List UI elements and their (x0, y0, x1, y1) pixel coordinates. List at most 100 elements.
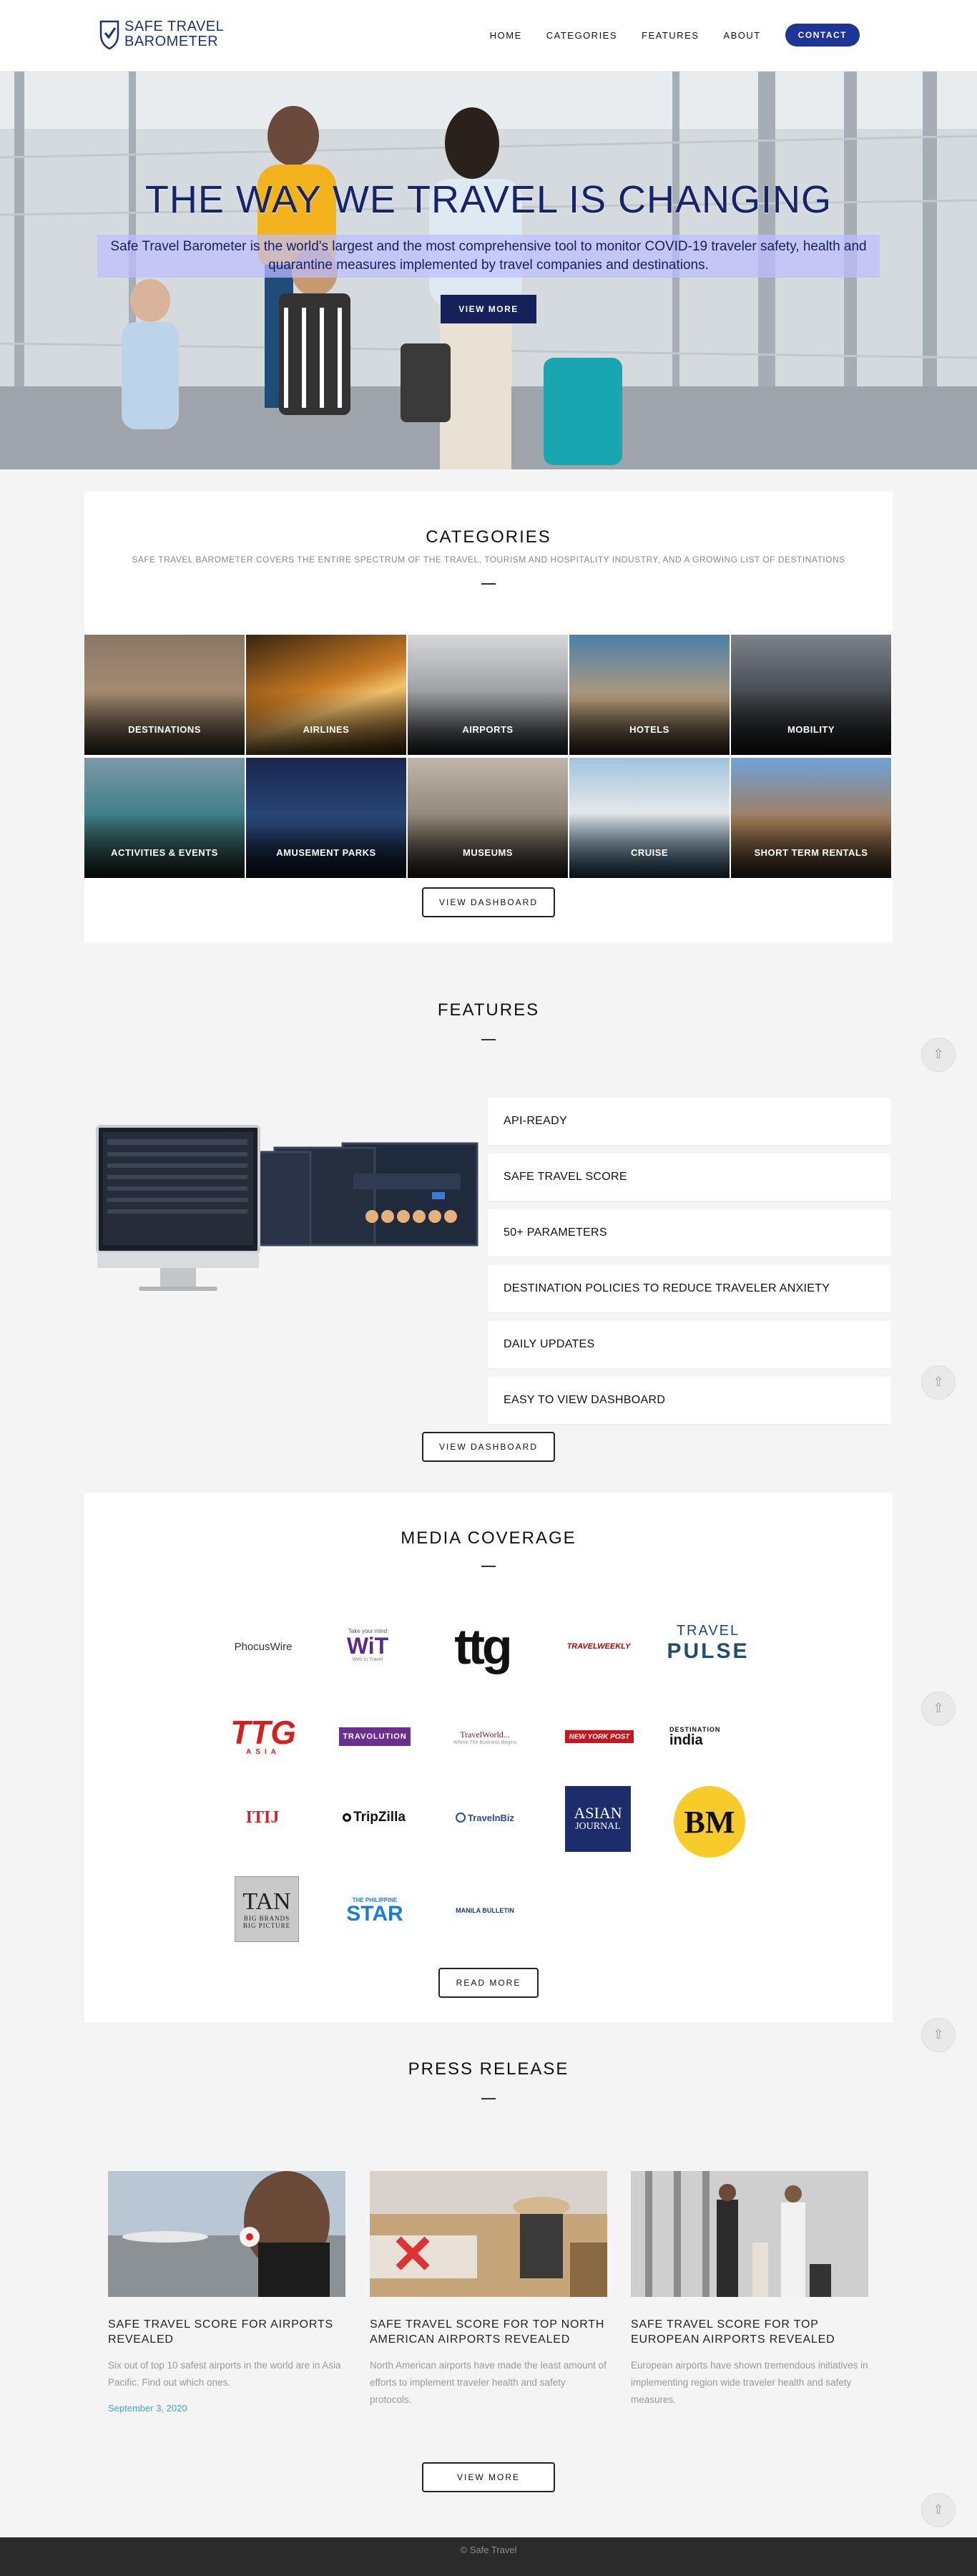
tile-shade (731, 691, 891, 755)
shield-logo-icon (99, 20, 119, 50)
categories-view-dashboard-button[interactable]: VIEW DASHBOARD (422, 887, 555, 917)
logo-text: TravelWorld... (460, 1729, 510, 1740)
scroll-to-top-button[interactable]: ⇧ (921, 1365, 956, 1400)
new-york-post-logo: NEW YORK POST (565, 1730, 634, 1743)
hero-view-more-button[interactable]: VIEW MORE (441, 295, 536, 323)
travelworld-logo: TravelWorld... Where The Business Begins (449, 1723, 521, 1752)
feature-item: SAFE TRAVEL SCORE (488, 1153, 891, 1201)
categories-section: CATEGORIES SAFE TRAVEL BAROMETER COVERS … (84, 492, 893, 942)
logo-text: ASIA (246, 1747, 280, 1756)
nav-home[interactable]: HOME (490, 30, 522, 41)
category-tile-activities-events[interactable]: ACTIVITIES & EVENTS (84, 758, 245, 878)
category-tile-destinations[interactable]: DESTINATIONS (84, 635, 245, 755)
category-tile-cruise[interactable]: CRUISE (569, 758, 730, 878)
logo-text: Where The Business Begins (453, 1740, 517, 1745)
categories-subtitle: SAFE TRAVEL BAROMETER COVERS THE ENTIRE … (132, 555, 845, 565)
scroll-to-top-button[interactable]: ⇧ (921, 2493, 956, 2527)
feature-item: DAILY UPDATES (488, 1321, 891, 1368)
logo-text: PhocusWire (234, 1640, 293, 1653)
press-item-title[interactable]: SAFE TRAVEL SCORE FOR AIRPORTS REVEALED (108, 2317, 345, 2347)
press-card[interactable]: SAFE TRAVEL SCORE FOR TOP EUROPEAN AIRPO… (631, 2171, 868, 2409)
press-card[interactable]: SAFE TRAVEL SCORE FOR AIRPORTS REVEALED … (108, 2171, 345, 2414)
itij-logo: ITIJ (230, 1803, 295, 1832)
nav-about[interactable]: ABOUT (723, 30, 760, 41)
site-logo[interactable]: SAFE TRAVEL BAROMETER (99, 19, 224, 50)
logo-text: TRAVELWEEKLY (566, 1642, 631, 1651)
scroll-to-top-button[interactable]: ⇧ (921, 2018, 956, 2052)
press-item-date[interactable]: September 3, 2020 (108, 2403, 345, 2414)
category-label: HOTELS (629, 724, 669, 735)
asian-journal-logo: ASIAN JOURNAL (565, 1786, 631, 1852)
feature-item: 50+ PARAMETERS (488, 1209, 891, 1257)
category-label: ACTIVITIES & EVENTS (111, 847, 218, 858)
tile-shade (731, 814, 891, 878)
nav-categories[interactable]: CATEGORIES (546, 30, 617, 41)
hero-subtitle: Safe Travel Barometer is the world's lar… (97, 235, 880, 278)
logo-text: TripZilla (353, 1810, 406, 1825)
arrow-up-icon: ⇧ (933, 1375, 944, 1389)
logo-text: MANILA BULLETIN (456, 1907, 514, 1914)
hero-title: THE WAY WE TRAVEL IS CHANGING (144, 178, 833, 221)
category-tile-short-term-rentals[interactable]: SHORT TERM RENTALS (731, 758, 891, 878)
scroll-to-top-button[interactable]: ⇧ (921, 1038, 956, 1072)
scroll-to-top-button[interactable]: ⇧ (921, 1692, 956, 1726)
arrow-up-icon: ⇧ (933, 2027, 944, 2041)
category-label: AMUSEMENT PARKS (276, 847, 376, 858)
arrow-up-icon: ⇧ (933, 1047, 944, 1061)
press-divider (481, 2098, 496, 2099)
tile-shade (84, 691, 245, 755)
nav-features[interactable]: FEATURES (642, 30, 699, 41)
features-title: FEATURES (437, 1000, 540, 1020)
category-label: SHORT TERM RENTALS (754, 847, 868, 858)
press-item-title[interactable]: SAFE TRAVEL SCORE FOR TOP EUROPEAN AIRPO… (631, 2317, 868, 2347)
category-label: AIRLINES (303, 724, 350, 735)
travelweekly-logo: TRAVELWEEKLY (559, 1632, 638, 1661)
press-card[interactable]: SAFE TRAVEL SCORE FOR TOP NORTH AMERICAN… (370, 2171, 607, 2409)
logo-text: TravelnBiz (467, 1812, 515, 1823)
logo-text: JOURNAL (575, 1821, 621, 1832)
logo-text: Web in Travel (352, 1657, 383, 1662)
tripzilla-logo: TripZilla (335, 1803, 413, 1832)
tile-shade (569, 691, 730, 755)
categories-title: CATEGORIES (426, 527, 551, 547)
category-tile-airports[interactable]: AIRPORTS (408, 635, 568, 755)
logo-text: WiT (346, 1633, 389, 1659)
features-view-dashboard-button[interactable]: VIEW DASHBOARD (422, 1432, 555, 1462)
footer-copyright: © Safe Travel (460, 2545, 517, 2555)
manila-bulletin-logo: MANILA BULLETIN (449, 1902, 521, 1919)
philippine-star-logo: THE PHILIPPINE STAR (339, 1890, 411, 1931)
press-image (108, 2171, 345, 2297)
destination-india-logo: DESTINATION india (669, 1720, 741, 1753)
phocuswire-logo: PhocusWire (220, 1629, 306, 1664)
category-label: MOBILITY (787, 724, 835, 735)
tan-logo: TAN BIG BRANDS BIG PICTURE (235, 1876, 299, 1942)
logo-text: ttg (454, 1619, 512, 1674)
category-tile-hotels[interactable]: HOTELS (569, 635, 730, 755)
site-header: SAFE TRAVEL BAROMETER HOME CATEGORIES FE… (0, 0, 977, 72)
press-view-more-button[interactable]: VIEW MORE (422, 2462, 555, 2492)
press-item-title[interactable]: SAFE TRAVEL SCORE FOR TOP NORTH AMERICAN… (370, 2317, 607, 2347)
press-image (631, 2171, 868, 2297)
category-label: MUSEUMS (463, 847, 513, 858)
logo-line-2: BAROMETER (124, 34, 219, 49)
feature-item: EASY TO VIEW DASHBOARD (488, 1377, 891, 1424)
category-tile-museums[interactable]: MUSEUMS (408, 758, 568, 878)
logo-line-1: SAFE TRAVEL (124, 19, 225, 34)
media-read-more-button[interactable]: READ MORE (438, 1968, 539, 1998)
ttg-logo: ttg (439, 1614, 525, 1679)
press-image (370, 2171, 607, 2297)
media-divider (481, 1566, 496, 1567)
category-tile-amusement-parks[interactable]: AMUSEMENT PARKS (246, 758, 406, 878)
logo-text: BM (684, 1804, 735, 1840)
logo-text: NEW YORK POST (569, 1732, 630, 1741)
features-divider (481, 1039, 496, 1040)
bm-logo: BM (674, 1786, 745, 1858)
wit-logo: Take your mind WiT Web in Travel (332, 1621, 403, 1669)
globe-icon (455, 1813, 466, 1823)
logo-text: SAFE TRAVEL BAROMETER (124, 19, 224, 49)
category-tile-airlines[interactable]: AIRLINES (246, 635, 406, 755)
category-tile-mobility[interactable]: MOBILITY (731, 635, 891, 755)
categories-divider (481, 583, 496, 585)
press-item-text: North American airports have made the le… (370, 2360, 607, 2405)
contact-button[interactable]: CONTACT (785, 24, 860, 47)
